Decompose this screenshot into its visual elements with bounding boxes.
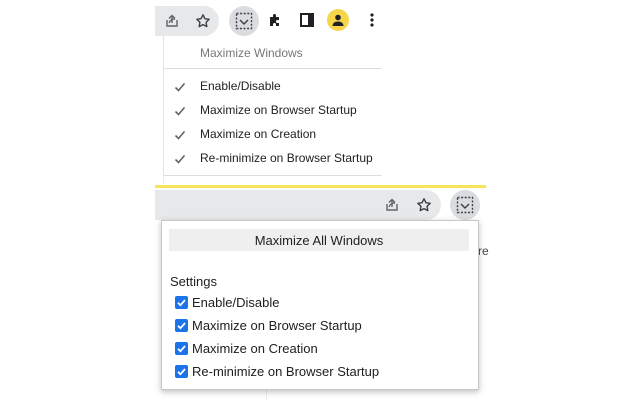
page-divider-vertical — [163, 176, 164, 184]
extension-context-menu: Maximize Windows Enable/Disable Maximize… — [163, 36, 382, 176]
settings-heading: Settings — [170, 274, 217, 289]
maximize-extension-icon[interactable] — [229, 6, 259, 36]
context-menu-item-startup[interactable]: Maximize on Browser Startup — [164, 99, 382, 123]
puzzle-icon[interactable] — [264, 9, 286, 31]
star-icon[interactable] — [413, 194, 435, 216]
option-maximize-on-creation[interactable]: Maximize on Creation — [175, 338, 318, 358]
background-page-text: re — [478, 244, 489, 258]
star-icon[interactable] — [192, 10, 214, 32]
menu-separator — [164, 68, 382, 69]
side-panel-icon[interactable] — [296, 9, 318, 31]
more-icon[interactable] — [362, 9, 382, 31]
avatar-icon[interactable] — [327, 9, 349, 31]
option-label: Enable/Disable — [192, 294, 280, 310]
checkmark-icon — [174, 128, 186, 146]
checkmark-icon — [174, 152, 186, 170]
share-icon[interactable] — [161, 10, 183, 32]
option-enable-disable[interactable]: Enable/Disable — [175, 292, 279, 312]
window-top-accent — [155, 185, 486, 188]
context-menu-item-reminimize[interactable]: Re-minimize on Browser Startup — [164, 147, 382, 171]
context-menu-item-enable[interactable]: Enable/Disable — [164, 75, 382, 99]
context-menu-item-label: Maximize on Creation — [200, 127, 317, 141]
maximize-extension-icon[interactable] — [450, 190, 480, 220]
context-menu-item-label: Maximize on Browser Startup — [200, 103, 357, 117]
checkbox[interactable] — [175, 364, 188, 378]
option-label: Maximize on Browser Startup — [192, 317, 362, 333]
menu-separator — [164, 175, 382, 176]
checkbox[interactable] — [175, 295, 188, 309]
checkbox[interactable] — [175, 341, 188, 355]
context-menu-item-label: Re-minimize on Browser Startup — [200, 151, 373, 165]
context-menu-item-label: Enable/Disable — [200, 79, 281, 93]
checkmark-icon — [174, 104, 186, 122]
context-menu-item-creation[interactable]: Maximize on Creation — [164, 123, 382, 147]
maximize-all-windows-button[interactable]: Maximize All Windows — [169, 229, 469, 251]
option-maximize-on-startup[interactable]: Maximize on Browser Startup — [175, 315, 362, 335]
context-menu-title: Maximize Windows — [200, 46, 303, 60]
checkmark-icon — [174, 80, 186, 98]
option-label: Re-minimize on Browser Startup — [192, 363, 380, 379]
option-reminimize-on-startup[interactable]: Re-minimize on Browser Startup — [175, 361, 379, 381]
checkbox[interactable] — [175, 318, 188, 332]
share-icon[interactable] — [381, 194, 403, 216]
option-label: Maximize on Creation — [192, 340, 318, 356]
extension-popup: Maximize All Windows Settings Enable/Dis… — [161, 220, 479, 390]
